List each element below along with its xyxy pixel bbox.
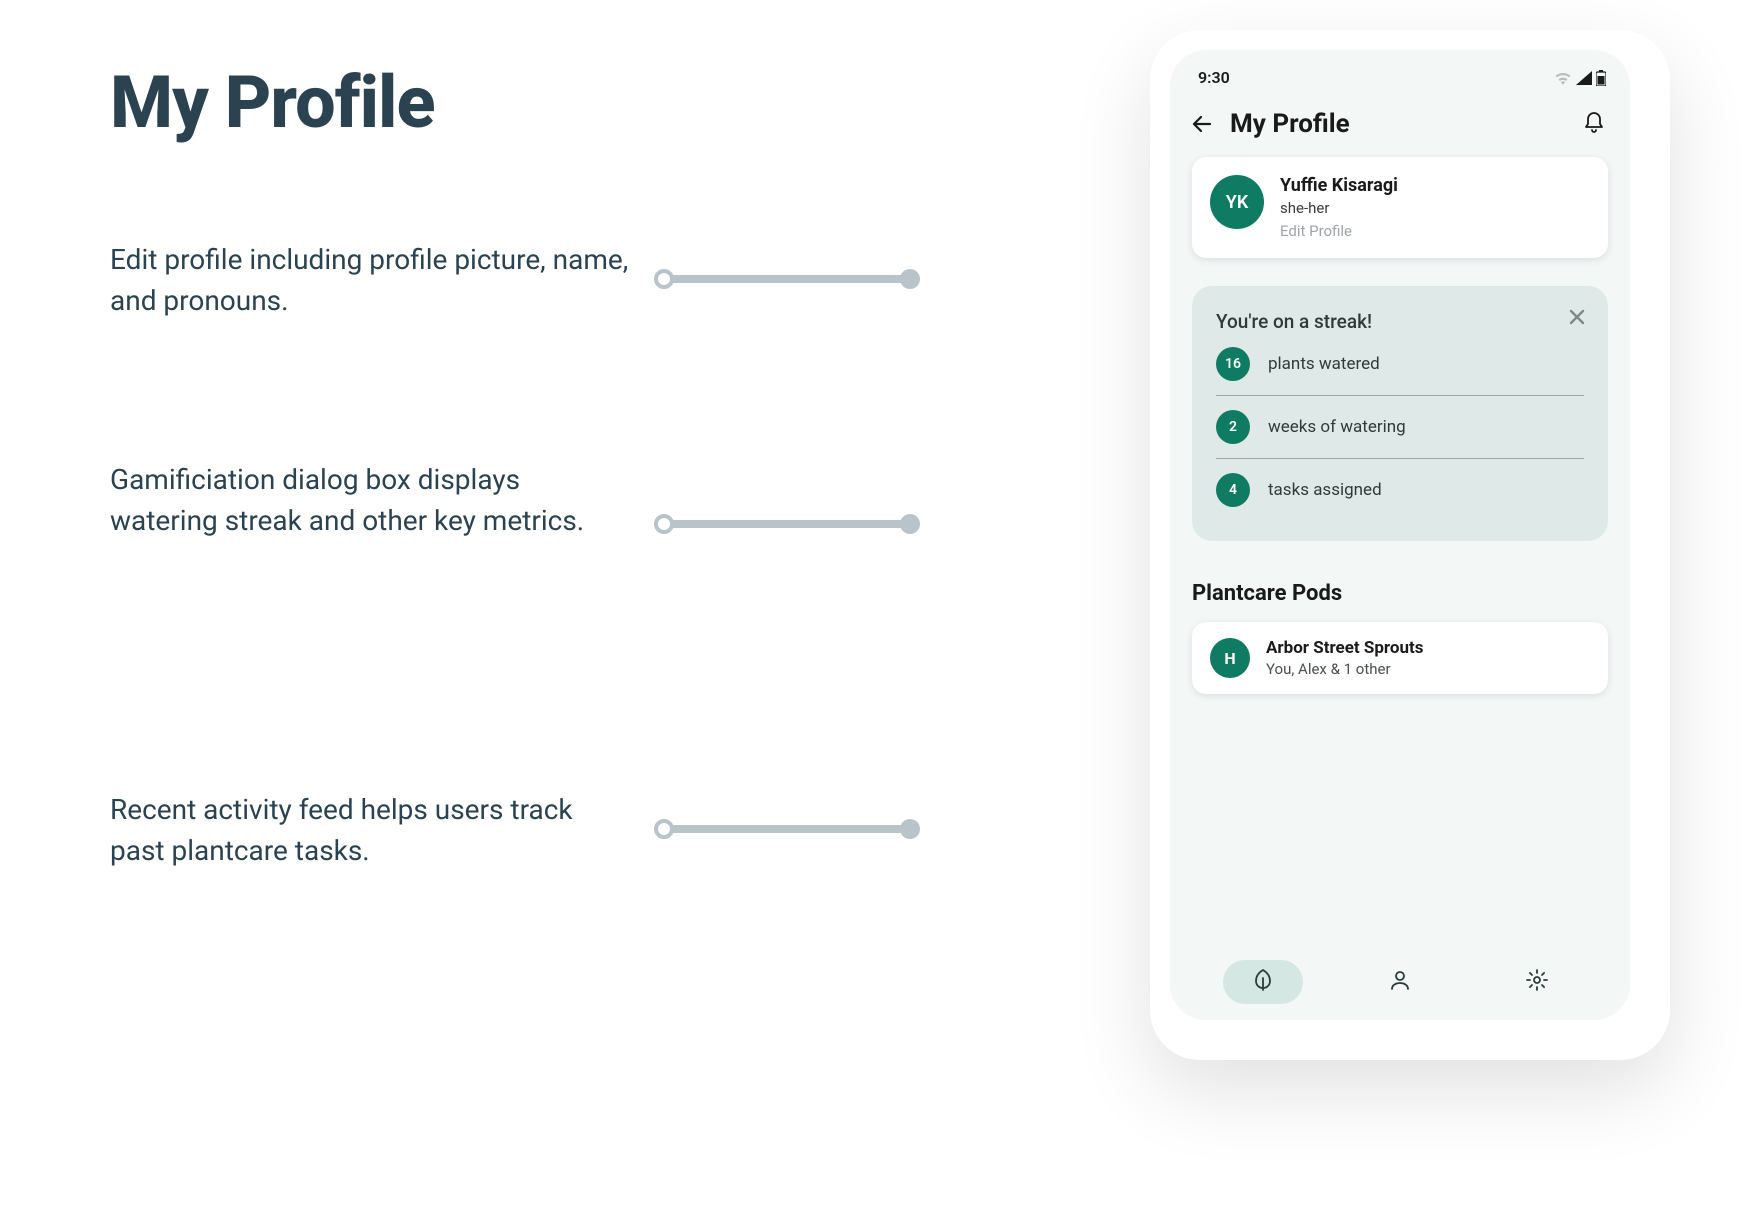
connector-line (660, 520, 910, 528)
person-icon (1388, 968, 1412, 996)
metric-row: 16 plants watered (1216, 333, 1584, 395)
section-title-pods: Plantcare Pods (1192, 581, 1608, 606)
streak-title: You're on a streak! (1216, 310, 1584, 333)
wifi-icon (1554, 71, 1572, 85)
status-bar: 9:30 (1170, 50, 1630, 95)
connector-line (660, 275, 910, 283)
pod-name: Arbor Street Sprouts (1266, 638, 1423, 658)
app-bar: My Profile (1170, 95, 1630, 157)
bottom-nav (1170, 952, 1630, 1020)
metric-badge: 2 (1216, 410, 1250, 444)
profile-card[interactable]: YK Yuffie Kisaragi she-her Edit Profile (1192, 157, 1608, 258)
metric-badge: 4 (1216, 473, 1250, 507)
metric-label: plants watered (1268, 354, 1380, 374)
metric-badge: 16 (1216, 347, 1250, 381)
pod-card[interactable]: H Arbor Street Sprouts You, Alex & 1 oth… (1192, 622, 1608, 694)
profile-name: Yuffie Kisaragi (1280, 175, 1398, 196)
annotation-activity-feed: Recent activity feed helps users track p… (110, 790, 630, 871)
streak-box: You're on a streak! 16 plants watered 2 … (1192, 286, 1608, 541)
pod-avatar: H (1210, 638, 1250, 678)
metric-row: 2 weeks of watering (1216, 395, 1584, 458)
metric-label: tasks assigned (1268, 480, 1382, 500)
battery-icon (1596, 70, 1606, 86)
signal-icon (1576, 71, 1592, 85)
pod-members: You, Alex & 1 other (1266, 660, 1423, 678)
nav-profile[interactable] (1360, 960, 1440, 1004)
profile-pronouns: she-her (1280, 199, 1398, 217)
avatar: YK (1210, 175, 1264, 229)
phone-frame: 9:30 My Profile (1170, 50, 1630, 1020)
edit-profile-link[interactable]: Edit Profile (1280, 222, 1398, 240)
nav-home-leaf[interactable] (1223, 960, 1303, 1004)
annotation-edit-profile: Edit profile including profile picture, … (110, 240, 630, 321)
app-bar-title: My Profile (1230, 109, 1568, 139)
status-time: 9:30 (1198, 68, 1230, 87)
connector-line (660, 825, 910, 833)
metric-label: weeks of watering (1268, 417, 1406, 437)
gear-icon (1525, 968, 1549, 996)
metric-row: 4 tasks assigned (1216, 458, 1584, 521)
close-icon[interactable] (1566, 306, 1588, 328)
page-title: My Profile (110, 60, 435, 145)
nav-settings[interactable] (1497, 960, 1577, 1004)
back-arrow-icon[interactable] (1188, 110, 1216, 138)
annotation-gamification: Gamificiation dialog box displays wateri… (110, 460, 630, 541)
leaf-icon (1251, 968, 1275, 996)
bell-icon[interactable] (1582, 111, 1608, 137)
